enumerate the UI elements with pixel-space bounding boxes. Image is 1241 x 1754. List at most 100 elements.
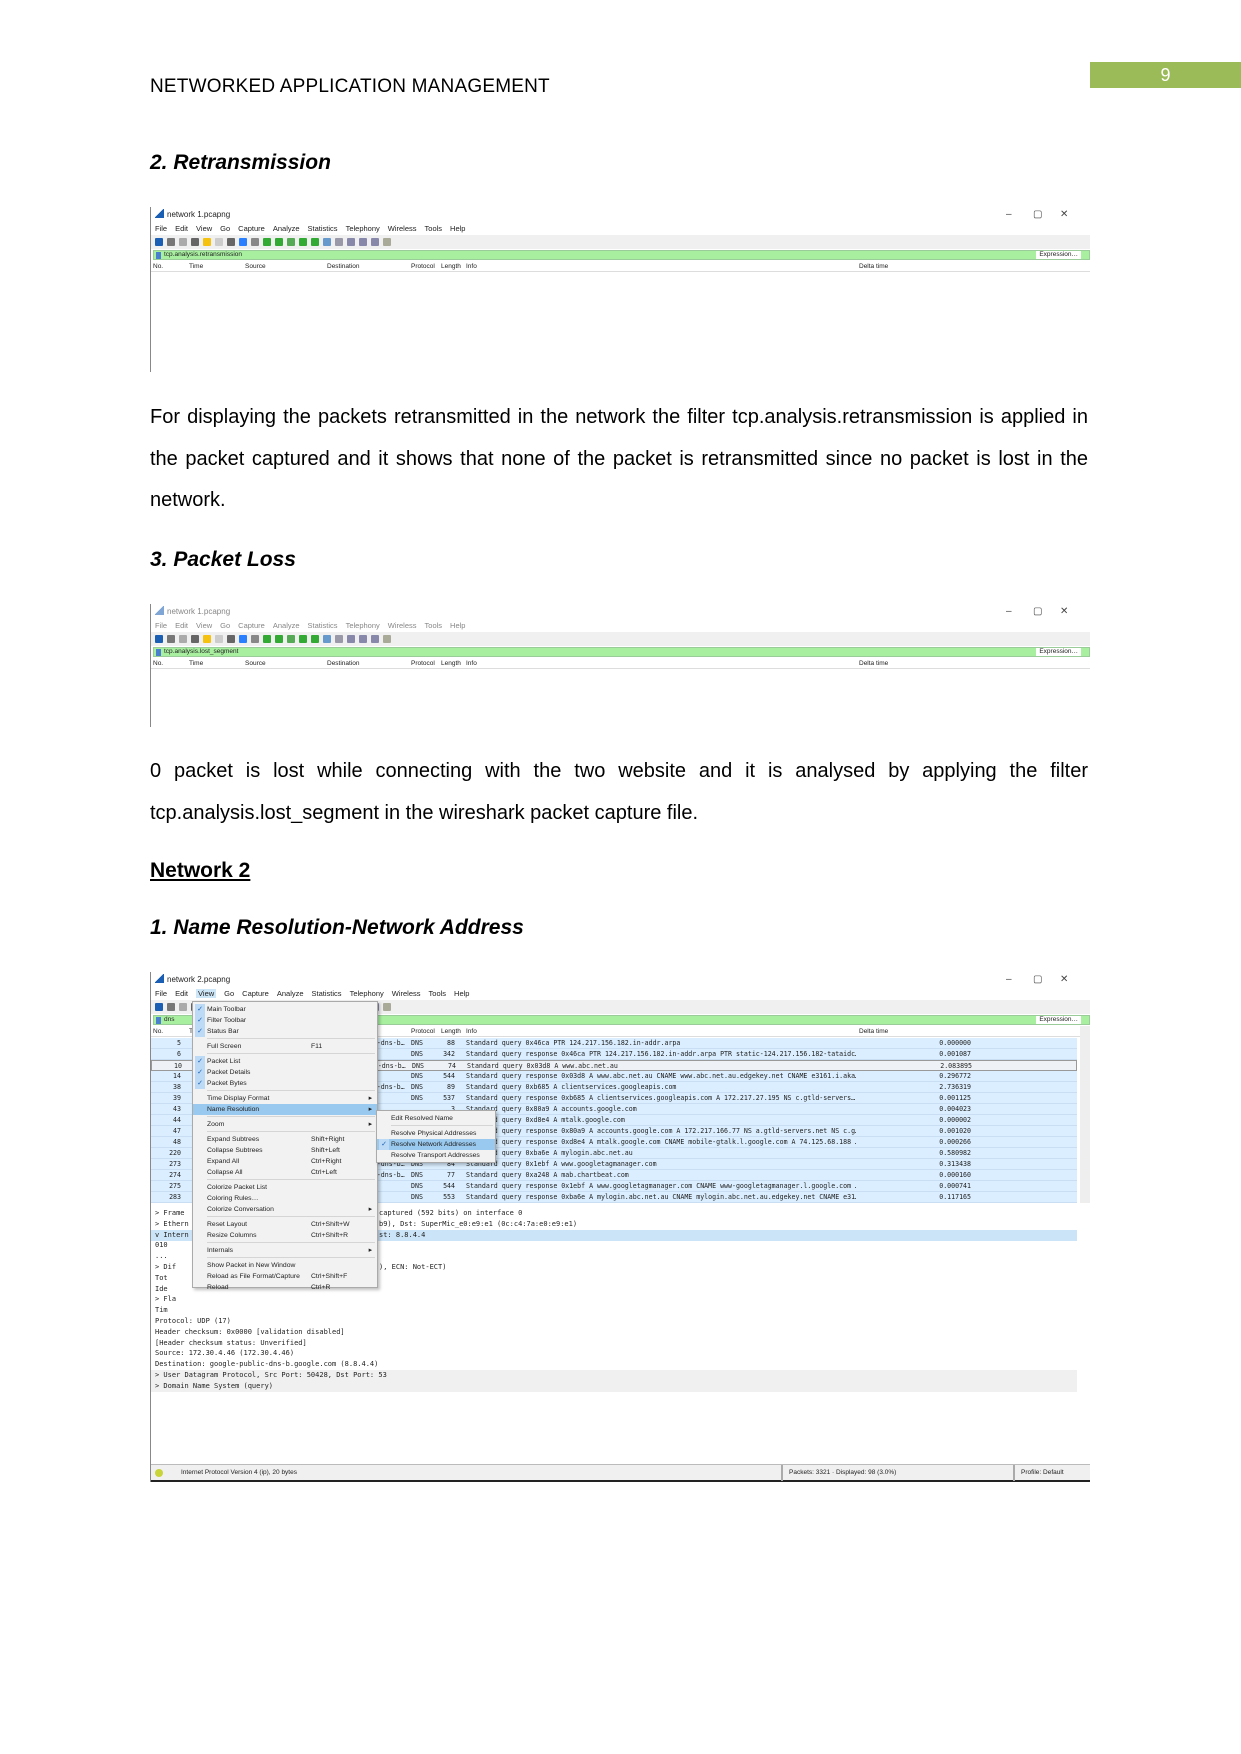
column-header-delta[interactable]: Delta time — [859, 658, 888, 669]
reload-icon[interactable] — [239, 238, 247, 246]
bookmark-icon[interactable] — [156, 1017, 161, 1024]
menu-item-reload-as-file-format-capture[interactable]: Reload as File Format/Capture Ctrl+Shift+… — [193, 1271, 377, 1282]
menu-analyze[interactable]: Analyze — [277, 989, 304, 998]
menu-help[interactable]: Help — [450, 621, 465, 630]
reload-icon[interactable] — [239, 635, 247, 643]
packet-detail-line[interactable]: > Domain Name System (query) — [151, 1380, 1077, 1392]
column-header-destination[interactable]: Destination — [327, 658, 360, 669]
back-icon[interactable] — [263, 238, 271, 246]
find-icon[interactable] — [251, 635, 259, 643]
column-header-length[interactable]: Length — [441, 1026, 461, 1037]
first-icon[interactable] — [299, 238, 307, 246]
menu-statistics[interactable]: Statistics — [312, 989, 342, 998]
menu-wireless[interactable]: Wireless — [388, 621, 417, 630]
menu-file[interactable]: File — [155, 621, 167, 630]
shark-fin-icon[interactable] — [155, 238, 163, 246]
options-icon[interactable] — [191, 238, 199, 246]
menu-item-colorize-conversation[interactable]: Colorize Conversation ▸ — [193, 1204, 377, 1215]
zoom-normal-icon[interactable] — [371, 635, 379, 643]
menu-item-colorize-packet-list[interactable]: Colorize Packet List — [193, 1182, 377, 1193]
menu-tools[interactable]: Tools — [425, 224, 443, 233]
autoscroll-icon[interactable] — [323, 238, 331, 246]
packet-detail-line[interactable]: Tim — [151, 1305, 1077, 1316]
zoom-in-icon[interactable] — [347, 635, 355, 643]
column-header-protocol[interactable]: Protocol — [411, 1026, 435, 1037]
packet-detail-line[interactable]: Source: 172.30.4.46 (172.30.4.46) — [151, 1348, 1077, 1359]
zoom-normal-icon[interactable] — [371, 238, 379, 246]
close-button[interactable]: ✕ — [1060, 974, 1068, 985]
shark-fin-icon[interactable] — [155, 1003, 163, 1011]
stop-icon[interactable] — [167, 635, 175, 643]
packet-detail-line[interactable]: Protocol: UDP (17) — [151, 1316, 1077, 1327]
column-header-no[interactable]: No. — [153, 658, 163, 669]
packet-list-scrollbar[interactable] — [1080, 1026, 1090, 1203]
menu-capture[interactable]: Capture — [238, 224, 265, 233]
column-header-source[interactable]: Source — [245, 658, 266, 669]
menu-item-reload[interactable]: Reload Ctrl+R — [193, 1282, 377, 1293]
menu-item-time-display-format[interactable]: Time Display Format ▸ — [193, 1093, 377, 1104]
minimize-button[interactable]: – — [1006, 606, 1012, 617]
open-icon[interactable] — [203, 238, 211, 246]
menu-item-expand-all[interactable]: Expand All Ctrl+Right — [193, 1156, 377, 1167]
menu-wireless[interactable]: Wireless — [392, 989, 421, 998]
first-icon[interactable] — [299, 635, 307, 643]
autoscroll-icon[interactable] — [323, 635, 331, 643]
column-header-no[interactable]: No. — [153, 1026, 163, 1037]
menu-capture[interactable]: Capture — [238, 621, 265, 630]
menu-item-packet-details[interactable]: ✓ Packet Details — [193, 1067, 377, 1078]
column-header-info[interactable]: Info — [466, 1026, 477, 1037]
column-header-time[interactable]: Time — [189, 261, 203, 272]
column-header-time[interactable]: Time — [189, 658, 203, 669]
display-filter-input[interactable]: tcp.analysis.retransmission Expression… — [153, 250, 1090, 260]
forward-icon[interactable] — [275, 238, 283, 246]
menu-statistics[interactable]: Statistics — [308, 224, 338, 233]
menu-help[interactable]: Help — [454, 989, 469, 998]
close-button[interactable]: ✕ — [1060, 606, 1068, 617]
menu-capture[interactable]: Capture — [242, 989, 269, 998]
menu-view[interactable]: View — [196, 989, 217, 998]
go-to-icon[interactable] — [287, 238, 295, 246]
menu-telephony[interactable]: Telephony — [346, 224, 380, 233]
expert-info-icon[interactable] — [155, 1469, 163, 1477]
menu-file[interactable]: File — [155, 224, 167, 233]
menu-item-internals[interactable]: Internals ▸ — [193, 1245, 377, 1256]
menu-view[interactable]: View — [196, 621, 212, 630]
minimize-button[interactable]: – — [1006, 209, 1012, 220]
open-icon[interactable] — [203, 635, 211, 643]
menu-item-expand-subtrees[interactable]: Expand Subtrees Shift+Right — [193, 1134, 377, 1145]
menu-edit[interactable]: Edit — [175, 224, 188, 233]
menu-analyze[interactable]: Analyze — [273, 621, 300, 630]
stop-icon[interactable] — [167, 1003, 175, 1011]
menu-item-show-packet-in-new-window[interactable]: Show Packet in New Window — [193, 1260, 377, 1271]
resize-columns-icon[interactable] — [383, 635, 391, 643]
column-header-delta[interactable]: Delta time — [859, 261, 888, 272]
display-filter-input[interactable]: tcp.analysis.lost_segment Expression… — [153, 647, 1090, 657]
column-header-source[interactable]: Source — [245, 261, 266, 272]
forward-icon[interactable] — [275, 635, 283, 643]
find-icon[interactable] — [251, 238, 259, 246]
menu-item-reset-layout[interactable]: Reset Layout Ctrl+Shift+W — [193, 1219, 377, 1230]
menu-item-collapse-subtrees[interactable]: Collapse Subtrees Shift+Left — [193, 1145, 377, 1156]
menu-item-status-bar[interactable]: ✓ Status Bar — [193, 1026, 377, 1037]
column-header-length[interactable]: Length — [441, 261, 461, 272]
menu-item-edit-resolved-name[interactable]: Edit Resolved Name — [377, 1113, 495, 1124]
zoom-out-icon[interactable] — [359, 635, 367, 643]
menu-item-main-toolbar[interactable]: ✓ Main Toolbar — [193, 1004, 377, 1015]
maximize-button[interactable]: ▢ — [1033, 209, 1042, 220]
file-icon[interactable] — [215, 238, 223, 246]
menu-item-resolve-physical-addresses[interactable]: Resolve Physical Addresses — [377, 1128, 495, 1139]
shark-fin-icon[interactable] — [155, 635, 163, 643]
menu-item-zoom[interactable]: Zoom ▸ — [193, 1119, 377, 1130]
bookmark-icon[interactable] — [156, 649, 161, 656]
resize-columns-icon[interactable] — [383, 1003, 391, 1011]
menu-item-name-resolution[interactable]: Name Resolution ▸ — [193, 1104, 377, 1115]
minimize-button[interactable]: – — [1006, 974, 1012, 985]
packet-detail-line[interactable]: > Fla — [151, 1294, 1077, 1305]
menu-edit[interactable]: Edit — [175, 989, 188, 998]
menu-statistics[interactable]: Statistics — [308, 621, 338, 630]
close-file-icon[interactable] — [227, 238, 235, 246]
back-icon[interactable] — [263, 635, 271, 643]
column-header-delta[interactable]: Delta time — [859, 1026, 888, 1037]
maximize-button[interactable]: ▢ — [1033, 606, 1042, 617]
menu-analyze[interactable]: Analyze — [273, 224, 300, 233]
